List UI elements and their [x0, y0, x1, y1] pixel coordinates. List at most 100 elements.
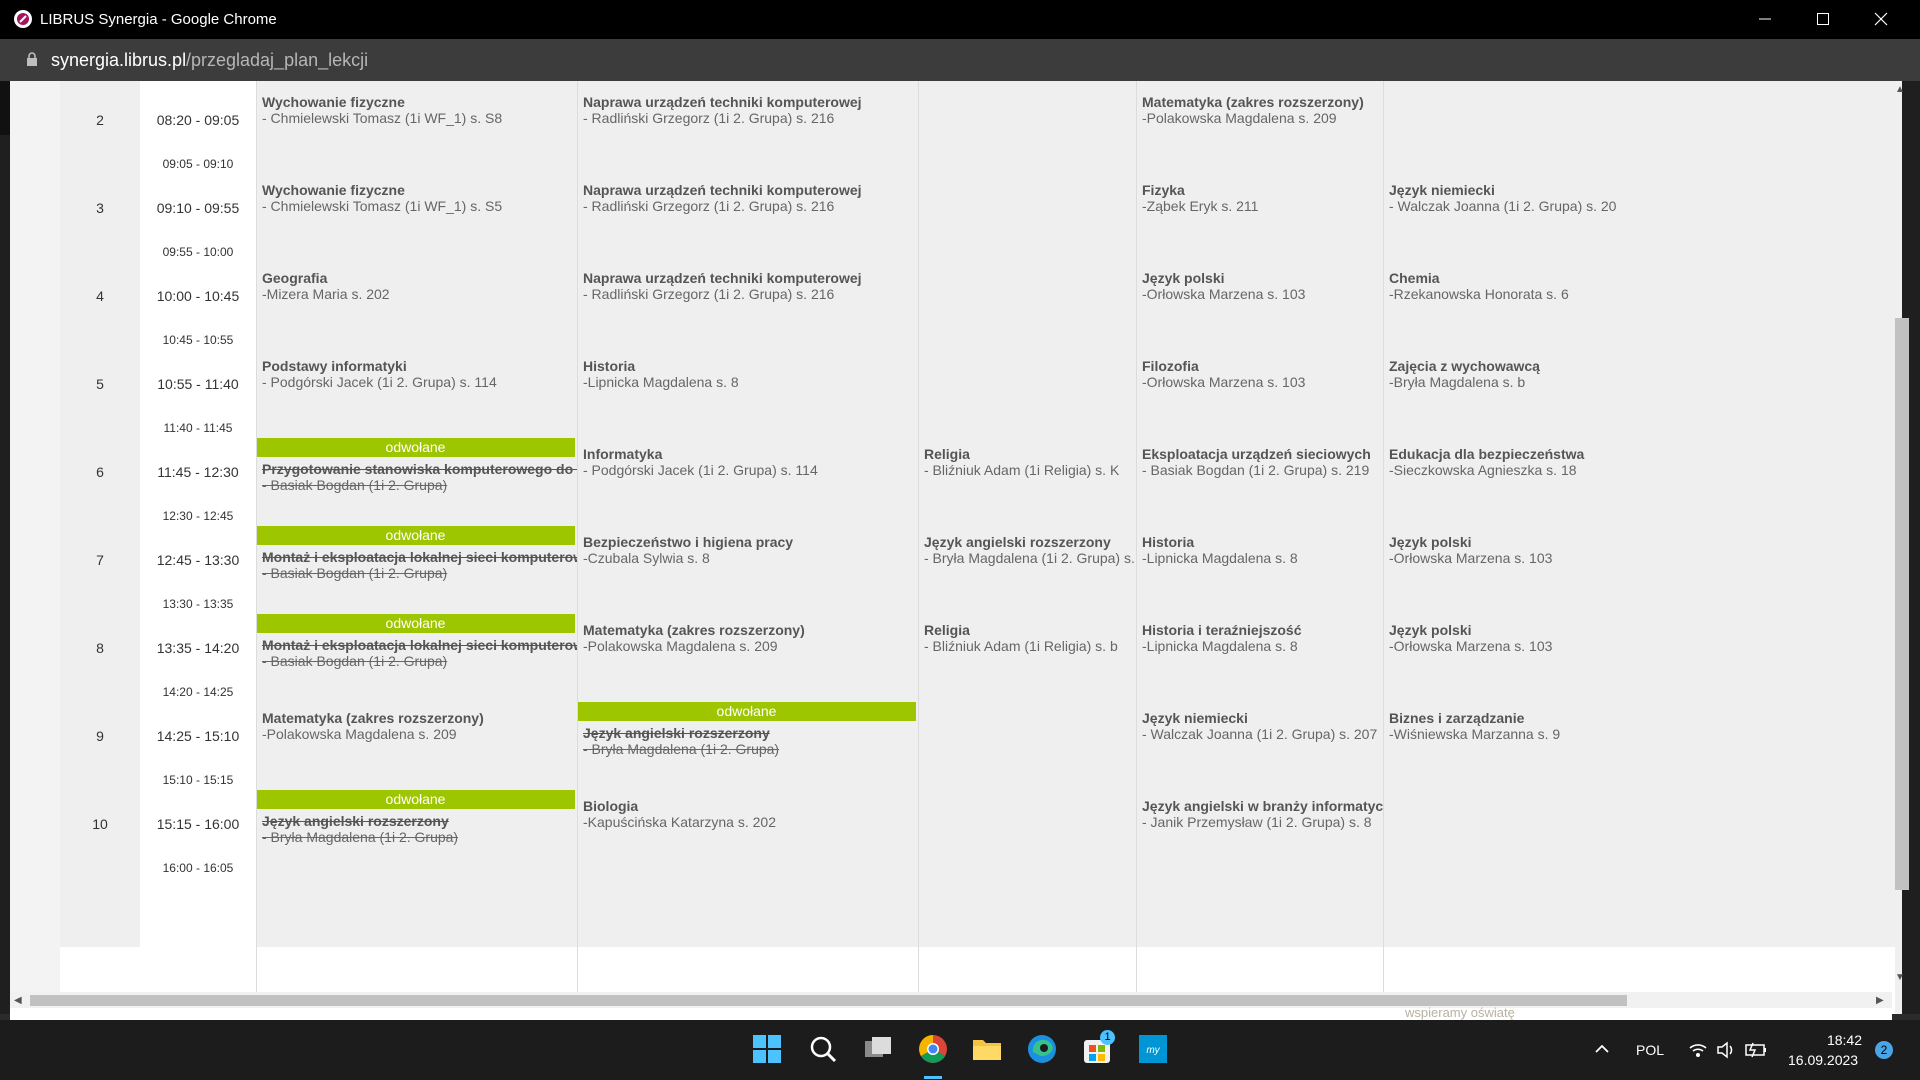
lesson-cell[interactable]: Naprawa urządzeń techniki komputerowej - …	[577, 262, 918, 331]
lesson-cell[interactable]: Biologia -Kapuścińska Katarzyna s. 202	[577, 790, 918, 859]
maximize-icon	[1817, 13, 1829, 25]
lesson-number: 6	[60, 438, 140, 507]
volume-icon[interactable]	[1716, 1041, 1736, 1059]
lesson-subject: Język polski	[1389, 534, 1472, 550]
cancelled-badge: odwołane	[256, 614, 575, 633]
clock-time[interactable]: 18:42	[1820, 1032, 1862, 1048]
wifi-icon[interactable]	[1688, 1041, 1708, 1059]
lesson-subject: Naprawa urządzeń techniki komputerowej	[583, 182, 862, 198]
lesson-time: 13:35 - 14:20	[140, 614, 256, 683]
maximize-button[interactable]	[1796, 0, 1852, 39]
lesson-cell[interactable]: Eksploatacja urządzeń sieciowych - Basiak…	[1136, 438, 1383, 507]
lesson-subject: Podstawy informatyki	[262, 358, 407, 374]
lesson-cell[interactable]: Chemia -Rzekanowska Honorata s. 6	[1383, 262, 1902, 331]
windows-start-icon[interactable]	[750, 1032, 784, 1066]
cancelled-lesson-cell[interactable]: odwołane Język angielski rozszerzony - Bry…	[577, 702, 918, 771]
cancelled-badge: odwołane	[256, 438, 575, 457]
lesson-cell[interactable]: Historia i teraźniejszość -Lipnicka Magda…	[1136, 614, 1383, 683]
lesson-cell[interactable]: Naprawa urządzeń techniki komputerowej - …	[577, 86, 918, 155]
cancelled-lesson-cell[interactable]: odwołane Montaż i eksploatacja lokalnej s…	[256, 614, 577, 683]
lesson-cell[interactable]: Język niemiecki - Walczak Joanna (1i 2. G…	[1383, 174, 1902, 243]
chevron-up-icon[interactable]	[1594, 1042, 1610, 1056]
cancelled-lesson-cell[interactable]: odwołane Przygotowanie stanowiska kompute…	[256, 438, 577, 507]
cancelled-badge: odwołane	[256, 526, 575, 545]
horizontal-scrollbar-thumb[interactable]	[30, 995, 1627, 1006]
lesson-cell[interactable]: Religia - Bliźniuk Adam (1i Religia) s. K	[918, 438, 1136, 507]
scroll-left-arrow[interactable]: ◀	[14, 995, 22, 1006]
break-time: 10:45 - 10:55	[140, 331, 256, 350]
lock-icon	[27, 52, 37, 66]
vertical-scrollbar-thumb[interactable]	[1895, 318, 1909, 890]
lesson-cell[interactable]: Język niemiecki - Walczak Joanna (1i 2. G…	[1136, 702, 1383, 771]
lesson-cell[interactable]: Język polski -Orłowska Marzena s. 103	[1383, 526, 1902, 595]
battery-icon[interactable]	[1744, 1041, 1768, 1059]
lesson-cell[interactable]: Historia -Lipnicka Magdalena s. 8	[577, 350, 918, 419]
lesson-subject: Biznes i zarządzanie	[1389, 710, 1525, 726]
lesson-cell[interactable]: Bezpieczeństwo i higiena pracy -Czubala S…	[577, 526, 918, 595]
lesson-teacher-room: -Polakowska Magdalena s. 209	[1142, 110, 1337, 126]
lesson-cell[interactable]: Podstawy informatyki - Podgórski Jacek (1…	[256, 350, 577, 419]
lesson-number: 5	[60, 350, 140, 419]
lesson-cell[interactable]: Historia -Lipnicka Magdalena s. 8	[1136, 526, 1383, 595]
lesson-teacher-room: - Bryła Magdalena (1i 2. Grupa)	[262, 829, 459, 845]
lesson-number: 2	[60, 86, 140, 155]
close-button[interactable]	[1854, 0, 1910, 39]
lesson-row: 8 13:35 - 14:20 odwołane Montaż i eksploata…	[60, 614, 1902, 683]
lesson-cell[interactable]: Zajęcia z wychowawcą -Bryła Magdalena s. …	[1383, 350, 1902, 419]
search-icon[interactable]	[806, 1032, 840, 1066]
column-divider	[256, 81, 257, 1014]
lesson-cell[interactable]: Edukacja dla bezpieczeństwa -Sieczkowska …	[1383, 438, 1902, 507]
lesson-cell[interactable]: Informatyka - Podgórski Jacek (1i 2. Grup…	[577, 438, 918, 507]
break-time: 09:05 - 09:10	[140, 155, 256, 174]
cancelled-lesson-cell[interactable]: odwołane Język angielski rozszerzony - Bry…	[256, 790, 577, 859]
lesson-cell[interactable]: Język angielski w branży informatycznej-…	[1136, 790, 1383, 859]
scroll-down-arrow[interactable]: ▼	[1895, 972, 1905, 983]
notification-badge[interactable]: 2	[1875, 1041, 1893, 1059]
lesson-cell[interactable]: Wychowanie fizyczne - Chmielewski Tomasz …	[256, 174, 577, 243]
page-footer-strip	[10, 1008, 1892, 1020]
lesson-teacher-room: - Radliński Grzegorz (1i 2. Grupa) s. 21…	[583, 110, 835, 126]
lesson-teacher-room: - Janik Przemysław (1i 2. Grupa) s. 8	[1142, 814, 1372, 830]
lesson-cell[interactable]: Naprawa urządzeń techniki komputerowej - …	[577, 174, 918, 243]
lesson-row: 6 11:45 - 12:30 odwołane Przygotowanie stan…	[60, 438, 1902, 507]
clock-date[interactable]: 16.09.2023	[1788, 1052, 1858, 1068]
break-time: 16:00 - 16:05	[140, 859, 256, 878]
lesson-cell[interactable]: Matematyka (zakres rozszerzony) -Polakows…	[256, 702, 577, 771]
lesson-teacher-room: -Sieczkowska Agnieszka s. 18	[1389, 462, 1577, 478]
lesson-subject: Matematyka (zakres rozszerzony)	[262, 710, 484, 726]
chrome-icon[interactable]	[916, 1032, 950, 1066]
lesson-teacher-room: - Chmielewski Tomasz (1i WF_1) s. S5	[262, 198, 503, 214]
url-host: synergia.librus.pl	[51, 50, 187, 70]
lesson-cell[interactable]: Wychowanie fizyczne - Chmielewski Tomasz …	[256, 86, 577, 155]
lesson-teacher-room: -Kapuścińska Katarzyna s. 202	[583, 814, 776, 830]
scroll-right-arrow[interactable]: ▶	[1876, 995, 1884, 1006]
lesson-time: 11:45 - 12:30	[140, 438, 256, 507]
break-row: 14:20 - 14:25	[60, 683, 1902, 702]
language-indicator[interactable]: POL	[1636, 1042, 1664, 1058]
lesson-cell[interactable]: Matematyka (zakres rozszerzony) -Polakows…	[577, 614, 918, 683]
lesson-cell[interactable]: Język polski -Orłowska Marzena s. 103	[1383, 614, 1902, 683]
lesson-cell[interactable]: Filozofia -Orłowska Marzena s. 103	[1136, 350, 1383, 419]
empty-lesson-cell	[918, 702, 1136, 771]
lesson-cell[interactable]: Religia - Bliźniuk Adam (1i Religia) s. b	[918, 614, 1136, 683]
lesson-teacher-room: -Lipnicka Magdalena s. 8	[1142, 550, 1298, 566]
left-window-edge	[0, 81, 10, 1014]
lesson-subject: Matematyka (zakres rozszerzony)	[1142, 94, 1364, 110]
file-explorer-icon[interactable]	[970, 1032, 1004, 1066]
minimize-button[interactable]	[1738, 0, 1794, 39]
cancelled-lesson-cell[interactable]: odwołane Montaż i eksploatacja lokalnej s…	[256, 526, 577, 595]
task-view-icon[interactable]	[861, 1032, 895, 1066]
lesson-row: 3 09:10 - 09:55 Wychowanie fizyczne - Chmie…	[60, 174, 1902, 243]
lesson-cell[interactable]: Język polski -Orłowska Marzena s. 103	[1136, 262, 1383, 331]
lesson-teacher-room: -Czubala Sylwia s. 8	[583, 550, 710, 566]
scroll-up-arrow[interactable]: ▲	[1895, 84, 1905, 95]
lesson-cell[interactable]: Język angielski rozszerzony - Bryła Magda…	[918, 526, 1136, 595]
lesson-cell[interactable]: Biznes i zarządzanie -Wiśniewska Marzanna…	[1383, 702, 1902, 771]
lesson-cell[interactable]: Matematyka (zakres rozszerzony) -Polakows…	[1136, 86, 1383, 155]
edge-icon[interactable]	[1025, 1032, 1059, 1066]
lesson-cell[interactable]: Fizyka -Ząbek Eryk s. 211	[1136, 174, 1383, 243]
address-bar[interactable]: synergia.librus.pl /przegladaj_plan_lekc…	[0, 39, 1920, 81]
break-row: 11:40 - 11:45	[60, 419, 1902, 438]
myhp-icon[interactable]: my	[1136, 1032, 1170, 1066]
lesson-cell[interactable]: Geografia -Mizera Maria s. 202	[256, 262, 577, 331]
